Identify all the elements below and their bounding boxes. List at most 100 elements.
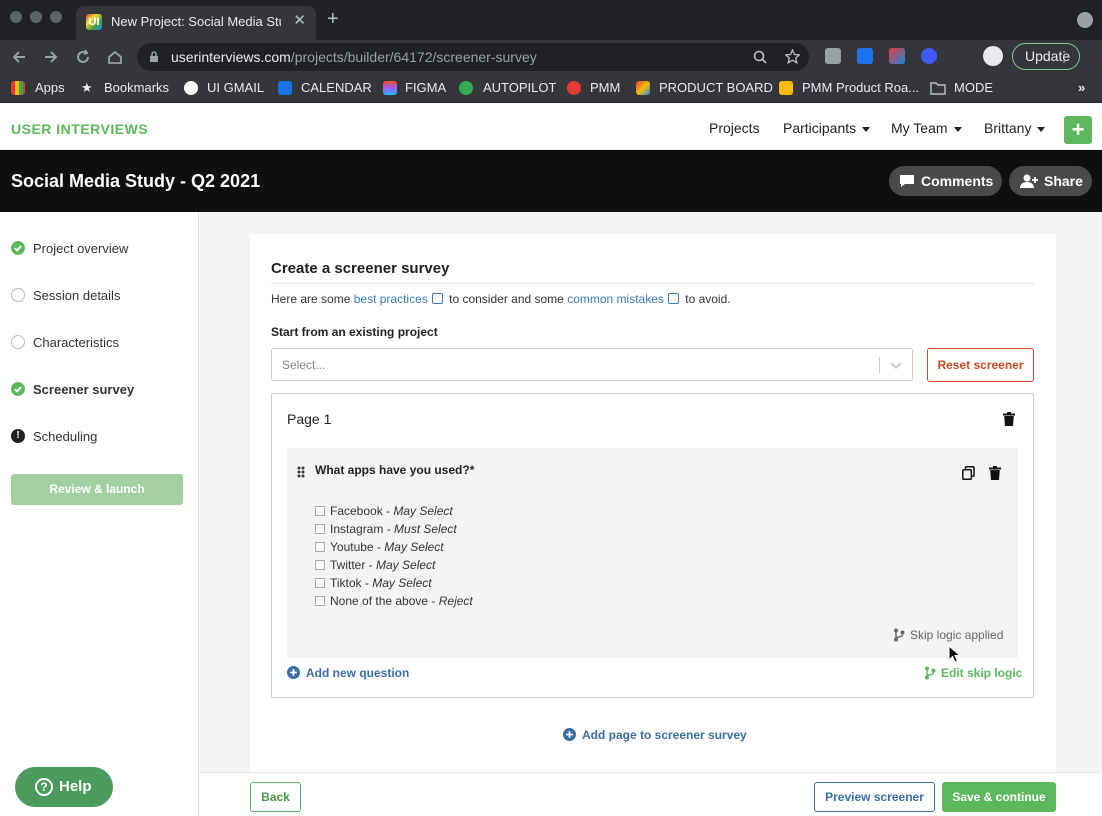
option-qualifier: May Select (384, 540, 444, 554)
empty-circle-icon (11, 335, 25, 349)
skip-applied-label: Skip logic applied (910, 628, 1004, 642)
option-checkbox[interactable] (315, 596, 325, 606)
builder-sidebar: Project overview Session details Charact… (0, 212, 199, 816)
review-launch-button[interactable]: Review & launch (11, 474, 183, 505)
figma-icon (383, 81, 397, 95)
copy-icon[interactable] (962, 466, 975, 480)
window-close-dot[interactable] (10, 11, 22, 23)
party-icon (779, 81, 793, 95)
zoom-icon[interactable] (753, 50, 767, 64)
bookmark-pmm-product-roadmap[interactable]: PMM Product Roa... (802, 80, 919, 95)
intro-prefix: Here are some (271, 292, 351, 306)
extension-zoom-icon[interactable] (857, 48, 873, 64)
productboard-icon (636, 81, 650, 95)
option-qualifier: Reject (438, 594, 473, 608)
reload-icon[interactable] (74, 48, 92, 66)
back-arrow-icon[interactable] (10, 48, 28, 66)
tab-search-icon[interactable] (1077, 12, 1093, 28)
sidebar-step-label: Session details (33, 288, 121, 303)
window-minimize-dot[interactable] (30, 11, 42, 23)
question-circle-icon: ? (35, 778, 53, 796)
sidebar-step-label: Scheduling (33, 429, 98, 444)
home-icon[interactable] (106, 48, 124, 66)
more-bookmarks-icon[interactable]: » (1078, 80, 1085, 95)
chevron-down-icon (862, 126, 871, 132)
folder-icon (930, 82, 946, 95)
star-icon[interactable] (785, 49, 800, 64)
bookmark-mode[interactable]: MODE (954, 80, 993, 95)
tab-title: New Project: Social Media Stud (111, 14, 281, 29)
bookmark-figma[interactable]: FIGMA (405, 80, 446, 95)
option-label: Youtube (330, 540, 374, 554)
autopilot-icon (459, 81, 473, 95)
save-continue-button[interactable]: Save & continue (942, 782, 1056, 812)
chevron-down-icon (1037, 126, 1046, 132)
bookmark-calendar[interactable]: CALENDAR (301, 80, 372, 95)
forward-arrow-icon[interactable] (42, 48, 60, 66)
option-qualifier: May Select (372, 576, 432, 590)
question-block[interactable]: What apps have you used?* Facebook - May… (287, 448, 1018, 658)
external-link-icon (431, 293, 443, 304)
trash-icon[interactable] (989, 466, 1001, 480)
comments-label: Comments (921, 173, 994, 189)
option-checkbox[interactable] (315, 506, 325, 516)
option-checkbox[interactable] (315, 560, 325, 570)
extension-productboard-icon[interactable] (889, 48, 905, 64)
main-content: Create a screener survey Here are some b… (200, 212, 1102, 816)
url-text: userinterviews.com/projects/builder/6417… (171, 49, 537, 65)
bookmarks-star-icon: ★ (81, 80, 93, 95)
brand-logo[interactable]: USER INTERVIEWS (11, 121, 148, 137)
intro-text: Here are some best practices to consider… (271, 292, 731, 306)
select-separator (879, 357, 880, 374)
bookmark-product-board[interactable]: PRODUCT BOARD (659, 80, 773, 95)
bookmark-apps[interactable]: Apps (35, 80, 65, 95)
browser-tab[interactable]: UI New Project: Social Media Stud ✕ (76, 6, 316, 40)
option-qualifier: May Select (376, 558, 436, 572)
new-tab-icon[interactable]: + (327, 9, 339, 29)
common-mistakes-link[interactable]: common mistakes (567, 292, 664, 306)
comments-button[interactable]: Comments (889, 166, 1002, 196)
browser-update-button[interactable]: Update ⋮ (1012, 43, 1080, 70)
drag-handle-icon[interactable] (297, 466, 305, 478)
address-bar[interactable]: userinterviews.com/projects/builder/6417… (137, 43, 809, 71)
extension-circle-icon[interactable] (921, 48, 937, 64)
builder-footer: Back Preview screener Save & continue (200, 772, 1102, 816)
best-practices-link[interactable]: best practices (354, 292, 428, 306)
branch-icon (925, 666, 936, 680)
trash-icon[interactable] (1003, 412, 1015, 426)
nav-user-menu[interactable]: Brittany (984, 120, 1046, 136)
option-qualifier: Must Select (394, 522, 457, 536)
preview-screener-button[interactable]: Preview screener (814, 782, 935, 812)
share-button[interactable]: Share (1009, 166, 1092, 196)
window-zoom-dot[interactable] (50, 11, 62, 23)
nav-participants[interactable]: Participants (783, 120, 871, 136)
bookmark-autopilot[interactable]: AUTOPILOT (483, 80, 556, 95)
option-checkbox[interactable] (315, 524, 325, 534)
url-path: /projects/builder/64172/screener-survey (290, 49, 537, 65)
survey-page: Page 1 What apps have you used?* Faceboo… (271, 393, 1034, 698)
new-project-plus-button[interactable]: + (1064, 116, 1092, 144)
nav-my-team-label: My Team (891, 120, 948, 136)
chevron-down-icon (890, 362, 902, 370)
option-label: None of the above (330, 594, 429, 608)
bookmark-bookmarks[interactable]: Bookmarks (104, 80, 169, 95)
option-checkbox[interactable] (315, 578, 325, 588)
extension-notion-icon[interactable] (825, 48, 841, 64)
option-checkbox[interactable] (315, 542, 325, 552)
existing-project-select[interactable]: Select... (271, 348, 913, 381)
nav-projects[interactable]: Projects (709, 120, 760, 136)
option-qualifier: May Select (393, 504, 453, 518)
app-navbar: USER INTERVIEWS Projects Participants My… (0, 104, 1102, 150)
warning-circle-icon: ! (11, 429, 25, 443)
option-label: Instagram (330, 522, 384, 536)
reset-screener-button[interactable]: Reset screener (927, 348, 1034, 382)
profile-avatar[interactable] (983, 46, 1003, 66)
calendar-icon (278, 81, 292, 95)
help-button[interactable]: ? Help (15, 767, 113, 807)
option-label: Tiktok (330, 576, 362, 590)
tab-close-icon[interactable]: ✕ (293, 11, 306, 29)
bookmark-pmm[interactable]: PMM (590, 80, 620, 95)
bookmark-ui-gmail[interactable]: UI GMAIL (207, 80, 264, 95)
nav-my-team[interactable]: My Team (891, 120, 962, 136)
back-button[interactable]: Back (250, 782, 301, 812)
